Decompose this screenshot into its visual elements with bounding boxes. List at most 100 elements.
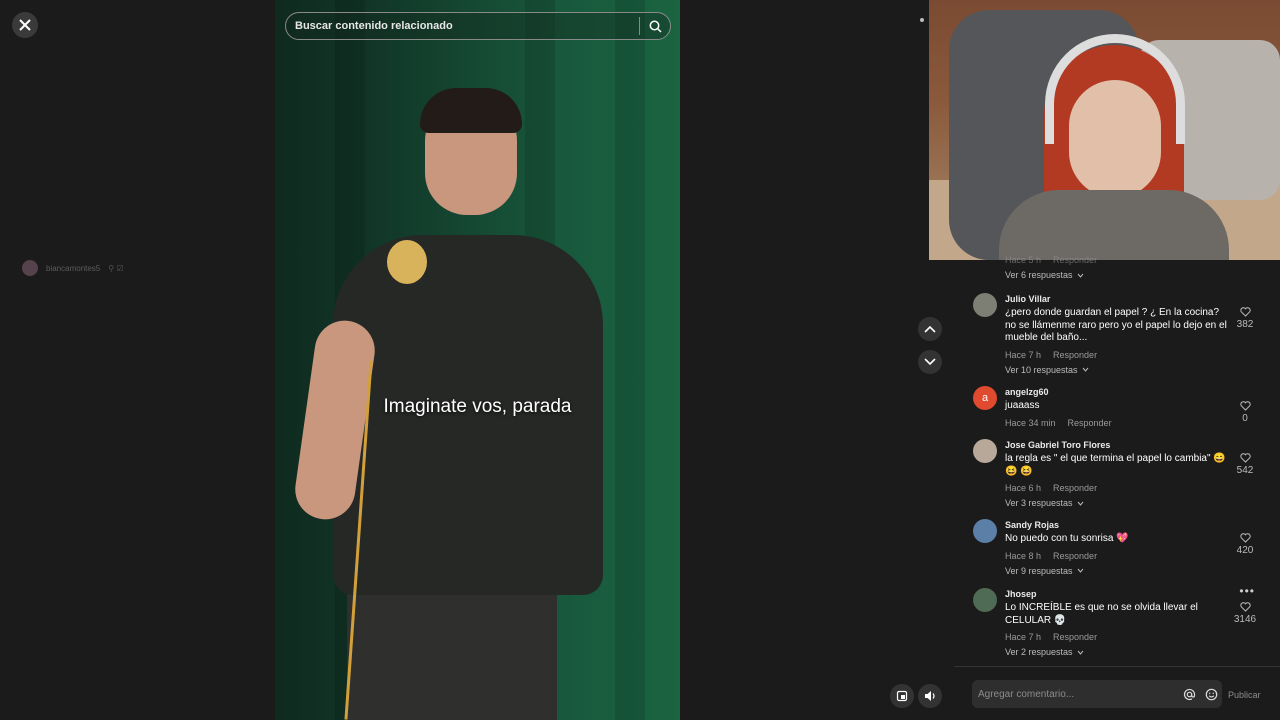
avatar[interactable] — [973, 519, 997, 543]
volume-button[interactable] — [918, 684, 942, 708]
like-button[interactable]: 382 — [1233, 307, 1257, 330]
avatar — [22, 260, 38, 276]
search-input[interactable] — [286, 20, 639, 32]
comment-time: Hace 7 h — [1005, 632, 1042, 642]
chevron-up-icon — [924, 325, 936, 333]
avatar-letter: a — [981, 392, 989, 404]
comment-body: angelzg60 juaaass Hace 34 min Responder — [1005, 386, 1230, 428]
chevron-down-icon — [1082, 367, 1088, 372]
avatar[interactable] — [973, 439, 997, 463]
comment-username[interactable]: angelzg60 — [1005, 386, 1230, 398]
view-replies-label: Ver 3 respuestas — [1005, 498, 1073, 508]
like-button[interactable]: 0 — [1233, 401, 1257, 424]
more-options-icon[interactable]: ••• — [1239, 584, 1255, 598]
avatar[interactable] — [973, 293, 997, 317]
like-button[interactable]: 3146 — [1233, 602, 1257, 625]
volume-icon — [924, 691, 935, 701]
comment-text: la regla es " el que termina el papel lo… — [1005, 453, 1226, 477]
curtain-fold — [615, 0, 645, 720]
comment-body: Sandy Rojas No puedo con tu sonrisa 💖 Ha… — [1005, 519, 1230, 576]
reply-link[interactable]: Responder — [1053, 632, 1097, 642]
like-count: 420 — [1236, 545, 1254, 556]
like-button[interactable]: 542 — [1233, 453, 1257, 476]
more-icon[interactable] — [920, 18, 924, 22]
next-video-button[interactable] — [918, 350, 942, 374]
webcam-overlay — [929, 0, 1280, 260]
comment-time: Hace 8 h — [1005, 550, 1042, 561]
reply-link[interactable]: Responder — [1068, 418, 1112, 428]
search-button[interactable] — [640, 12, 670, 40]
video-subtitle: Imaginate vos, parada — [383, 396, 572, 417]
chevron-down-icon — [1077, 650, 1083, 655]
chevron-down-icon — [1077, 501, 1083, 506]
view-replies-button[interactable]: Ver 6 respuestas — [1005, 270, 1097, 280]
comment-body: Julio Villar ¿pero donde guardan el pape… — [1005, 293, 1230, 375]
comment-meta: Hace 8 h Responder — [1005, 551, 1230, 561]
comment-time: Hace 7 h — [1005, 349, 1042, 360]
view-replies-button[interactable]: Ver 10 respuestas — [1005, 365, 1230, 375]
avatar[interactable] — [973, 588, 997, 612]
comment-text: No puedo con tu sonrisa 💖 — [1005, 533, 1129, 544]
comment-meta: Hace 7 h Responder — [1005, 350, 1230, 360]
comment-username[interactable]: Jhosep — [1005, 588, 1230, 600]
performer-hair — [420, 88, 522, 133]
close-button[interactable] — [12, 12, 38, 38]
comment-username[interactable]: Sandy Rojas — [1005, 519, 1230, 531]
faded-author-row: biancamontes5 ⚲ ☑ — [22, 260, 124, 276]
comment-time: Hace 34 min — [1005, 417, 1056, 428]
reply-link[interactable]: Responder — [1053, 483, 1097, 493]
app-root: biancamontes5 ⚲ ☑ Imaginate vos, parada — [0, 0, 1280, 720]
comment-meta: Hace 34 min Responder — [1005, 418, 1230, 428]
emoji-icon — [1205, 688, 1217, 700]
pip-icon — [896, 690, 908, 702]
search-bar — [285, 12, 671, 40]
view-replies-label: Ver 9 respuestas — [1005, 565, 1073, 576]
emoji-button[interactable] — [1200, 680, 1222, 708]
heart-icon — [1239, 453, 1251, 463]
view-replies-label: Ver 10 respuestas — [1005, 364, 1078, 375]
heart-icon — [1239, 602, 1251, 612]
comment-time: Hace 5 h — [1005, 255, 1042, 265]
like-count: 382 — [1236, 319, 1254, 330]
comment-body: Jose Gabriel Toro Flores la regla es " e… — [1005, 439, 1230, 508]
streamer-body — [999, 190, 1229, 260]
at-icon — [1183, 688, 1195, 700]
mention-button[interactable] — [1178, 680, 1200, 708]
reply-link[interactable]: Responder — [1053, 255, 1097, 265]
author-name: biancamontes5 — [46, 263, 101, 273]
chevron-down-icon — [924, 358, 936, 366]
view-replies-button[interactable]: Ver 2 respuestas — [1005, 647, 1230, 657]
divider — [954, 666, 1280, 667]
view-replies-label: Ver 2 respuestas — [1005, 647, 1073, 657]
video-player[interactable]: Imaginate vos, parada — [275, 0, 680, 720]
comment-input[interactable] — [972, 688, 1178, 700]
view-replies-button[interactable]: Ver 9 respuestas — [1005, 566, 1230, 576]
comment-meta: Hace 7 h Responder — [1005, 632, 1230, 642]
comment-meta: Hace 6 h Responder — [1005, 483, 1230, 493]
like-count: 0 — [1242, 413, 1248, 424]
comment-username[interactable]: Julio Villar — [1005, 293, 1230, 305]
author-badges-icon: ⚲ ☑ — [108, 263, 124, 273]
comment-text: Lo INCREÍBLE es que no se olvida llevar … — [1005, 602, 1198, 626]
reply-link[interactable]: Responder — [1053, 551, 1097, 561]
heart-icon — [1239, 307, 1251, 317]
publish-button[interactable]: Publicar — [1228, 690, 1261, 700]
pip-button[interactable] — [890, 684, 914, 708]
avatar[interactable]: a — [973, 386, 997, 410]
previous-video-button[interactable] — [918, 317, 942, 341]
comment-body: Jhosep Lo INCREÍBLE es que no se olvida … — [1005, 588, 1230, 657]
chevron-down-icon — [1077, 568, 1083, 573]
comment-text: ¿pero donde guardan el papel ? ¿ En la c… — [1005, 307, 1227, 343]
like-count: 3146 — [1233, 614, 1257, 625]
like-button[interactable]: 420 — [1233, 533, 1257, 556]
comments-panel: Hace 5 h Responder Ver 6 respuestas Juli… — [954, 255, 1280, 665]
comment-username[interactable]: Jose Gabriel Toro Flores — [1005, 439, 1230, 451]
reply-link[interactable]: Responder — [1053, 350, 1097, 360]
heart-icon — [1239, 401, 1251, 411]
comment-text: juaaass — [1005, 400, 1040, 411]
search-icon — [649, 20, 662, 33]
like-count: 542 — [1236, 465, 1254, 476]
heart-icon — [1239, 533, 1251, 543]
partial-comment-meta: Hace 5 h Responder Ver 6 respuestas — [1005, 255, 1097, 280]
view-replies-button[interactable]: Ver 3 respuestas — [1005, 498, 1230, 508]
